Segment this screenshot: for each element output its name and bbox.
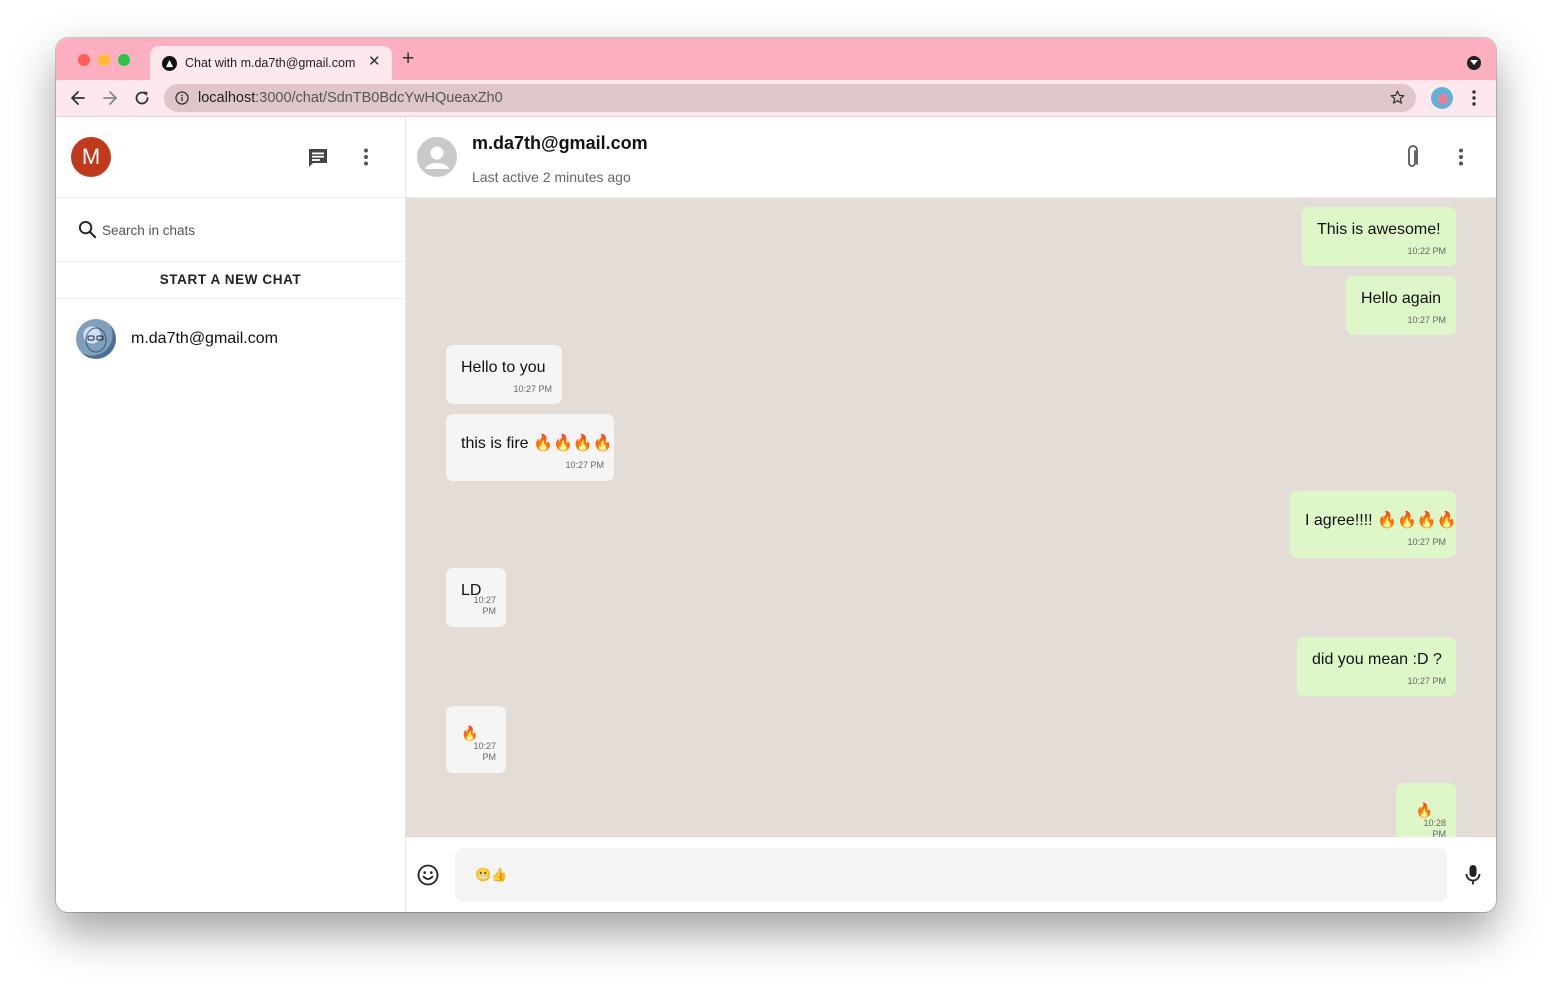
- more-vert-icon[interactable]: [356, 147, 376, 167]
- mic-icon[interactable]: [1464, 864, 1482, 886]
- message-received[interactable]: LD 10:27 PM: [446, 568, 506, 627]
- message-text: 🔥: [1415, 802, 1433, 818]
- chat-app: M Search in chats START A NEW CHAT m.da7…: [56, 117, 1496, 912]
- minimize-window-button[interactable]: [98, 54, 110, 66]
- message-time: 10:27 PM: [565, 460, 604, 470]
- sidebar: M Search in chats START A NEW CHAT m.da7…: [56, 117, 406, 912]
- bookmark-star-icon[interactable]: [1389, 89, 1406, 106]
- url-host: localhost: [198, 90, 256, 106]
- search-input[interactable]: Search in chats: [102, 223, 195, 238]
- message-text: Hello to you: [461, 359, 546, 376]
- url-path: :3000/chat/SdnTB0BdcYwHQueaxZh0: [255, 90, 503, 106]
- message-received[interactable]: this is fire 🔥🔥🔥🔥 10:27 PM: [446, 414, 614, 481]
- message-text: 🔥: [461, 725, 479, 741]
- message-text: I agree!!!! 🔥🔥🔥🔥: [1305, 512, 1457, 529]
- user-avatar[interactable]: M: [71, 137, 111, 177]
- conversation-panel: m.da7th@gmail.com Last active 2 minutes …: [406, 117, 1496, 912]
- message-time: 10:28 PM: [1423, 818, 1446, 837]
- message-list[interactable]: This is awesome! 10:22 PM Hello again 10…: [406, 198, 1496, 837]
- message-time: 10:27 PM: [513, 384, 552, 394]
- browser-menu-icon[interactable]: [1464, 88, 1484, 108]
- message-received[interactable]: 🔥 10:27 PM: [446, 706, 506, 773]
- paperclip-icon[interactable]: [1401, 144, 1425, 170]
- chat-search[interactable]: Search in chats: [56, 198, 405, 262]
- message-received[interactable]: Hello to you 10:27 PM: [446, 345, 562, 404]
- contact-name: m.da7th@gmail.com: [472, 133, 648, 153]
- site-info-icon[interactable]: [175, 91, 189, 105]
- chat-list-item-name: m.da7th@gmail.com: [131, 330, 278, 347]
- url-text: localhost:3000/chat/SdnTB0BdcYwHQueaxZh0: [198, 90, 503, 106]
- tab-title: Chat with m.da7th@gmail.com: [185, 56, 356, 70]
- forward-icon[interactable]: [100, 88, 120, 108]
- message-sent[interactable]: Hello again 10:27 PM: [1346, 276, 1456, 335]
- browser-window: Chat with m.da7th@gmail.com ✕ + localhos…: [56, 38, 1496, 912]
- chat-list-item[interactable]: m.da7th@gmail.com: [56, 299, 405, 379]
- message-sent[interactable]: 🔥 10:28 PM: [1396, 783, 1456, 837]
- message-time: 10:27 PM: [473, 595, 496, 616]
- address-bar[interactable]: localhost:3000/chat/SdnTB0BdcYwHQueaxZh0: [164, 84, 1416, 112]
- chat-icon[interactable]: [306, 146, 330, 170]
- back-icon[interactable]: [68, 88, 88, 108]
- conversation-header: m.da7th@gmail.com Last active 2 minutes …: [406, 117, 1496, 198]
- maximize-window-button[interactable]: [118, 54, 130, 66]
- browser-toolbar: localhost:3000/chat/SdnTB0BdcYwHQueaxZh0: [56, 80, 1496, 117]
- message-sent[interactable]: This is awesome! 10:22 PM: [1302, 207, 1456, 266]
- message-composer: 😬👍: [406, 837, 1496, 912]
- message-text: did you mean :D ?: [1312, 651, 1442, 668]
- browser-tab-active[interactable]: Chat with m.da7th@gmail.com ✕: [150, 46, 392, 80]
- message-sent[interactable]: I agree!!!! 🔥🔥🔥🔥 10:27 PM: [1290, 491, 1457, 558]
- contact-last-active: Last active 2 minutes ago: [472, 169, 631, 185]
- more-vert-icon[interactable]: [1451, 147, 1471, 167]
- message-time: 10:22 PM: [1407, 246, 1446, 256]
- start-new-chat-button[interactable]: START A NEW CHAT: [56, 262, 405, 299]
- tab-search-icon[interactable]: [1467, 56, 1481, 70]
- message-input-value: 😬👍: [475, 867, 508, 882]
- reload-icon[interactable]: [132, 88, 152, 108]
- contact-avatar: [76, 319, 116, 359]
- sidebar-header: M: [56, 117, 405, 198]
- search-icon: [78, 220, 97, 239]
- message-text: This is awesome!: [1317, 221, 1441, 238]
- message-time: 10:27 PM: [1407, 315, 1446, 325]
- tab-strip: Chat with m.da7th@gmail.com ✕ +: [56, 38, 1496, 80]
- message-text: Hello again: [1361, 290, 1442, 307]
- close-window-button[interactable]: [78, 54, 90, 66]
- message-time: 10:27 PM: [473, 741, 496, 762]
- message-text: this is fire 🔥🔥🔥🔥: [461, 435, 613, 452]
- default-avatar-icon[interactable]: [417, 137, 457, 177]
- message-time: 10:27 PM: [1407, 537, 1446, 547]
- message-sent[interactable]: did you mean :D ? 10:27 PM: [1297, 637, 1456, 696]
- favicon-icon: [162, 56, 177, 71]
- profile-avatar-icon[interactable]: [1431, 87, 1453, 109]
- tab-close-button[interactable]: ✕: [368, 54, 381, 70]
- message-time: 10:27 PM: [1407, 676, 1446, 686]
- message-input[interactable]: 😬👍: [455, 848, 1447, 902]
- new-tab-button[interactable]: +: [402, 48, 414, 70]
- emoji-icon[interactable]: [417, 864, 439, 886]
